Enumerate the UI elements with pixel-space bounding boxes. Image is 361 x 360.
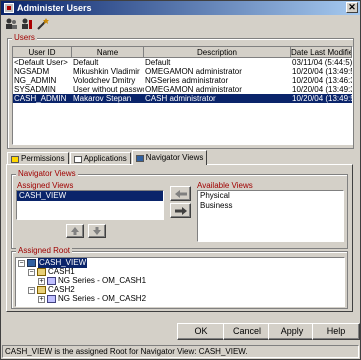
column-header-description[interactable]: Description <box>144 47 291 58</box>
expand-icon[interactable]: + <box>38 295 45 303</box>
arrow-up-icon <box>71 227 79 235</box>
navigator-icon <box>135 154 144 162</box>
table-row-selected[interactable]: CASH_ADMIN Makarov Stepan CASH administr… <box>13 94 352 103</box>
collapse-icon[interactable]: − <box>28 268 35 276</box>
cell-description: NGSeries administrator <box>145 76 229 85</box>
cell-user-id: SYSADMIN <box>14 85 56 94</box>
tab-navigator-views[interactable]: Navigator Views <box>131 150 208 165</box>
available-views-list[interactable]: Physical Business <box>197 190 344 242</box>
arrow-down-icon <box>93 227 101 235</box>
list-item[interactable]: CASH_VIEW <box>17 191 163 201</box>
collapse-icon[interactable]: − <box>28 286 35 294</box>
table-row[interactable]: <Default User> Default Default 03/11/04 … <box>13 58 352 67</box>
managed-system-icon <box>47 295 56 303</box>
status-bar: CASH_VIEW is the assigned Root for Navig… <box>2 345 359 358</box>
app-icon <box>4 3 14 13</box>
arrow-left-icon <box>174 190 187 198</box>
users-icon[interactable] <box>4 17 18 31</box>
cell-description: OMEGAMON administrator <box>145 67 242 76</box>
cell-name: Default <box>73 58 99 67</box>
cell-name: User without password <box>73 85 144 94</box>
table-row[interactable]: NG_ADMIN Volodchev Dmitry NGSeries admin… <box>13 76 352 85</box>
table-header: User ID Name Description Date Last Modif… <box>13 47 352 58</box>
available-views-label: Available Views <box>197 181 253 190</box>
list-item[interactable]: Physical <box>198 191 343 201</box>
cell-date: 10/20/04 (13:49:5) <box>292 67 352 76</box>
folder-icon <box>37 268 46 276</box>
table-row[interactable]: SYSADMIN User without password OMEGAMON … <box>13 85 352 94</box>
assigned-root-group-label: Assigned Root <box>16 246 73 256</box>
administer-users-window: Administer Users ✕ Users User ID Name De… <box>0 0 361 360</box>
arrow-right-icon <box>174 207 187 215</box>
cell-date: 10/20/04 (13:49:5) <box>292 94 352 103</box>
assigned-views-list[interactable]: CASH_VIEW <box>16 190 164 220</box>
table-row[interactable]: NGSADM Mikushkin Vladimir OMEGAMON admin… <box>13 67 352 76</box>
cell-user-id: <Default User> <box>14 58 68 67</box>
assigned-views-label: Assigned Views <box>17 181 74 190</box>
cell-date: 10/20/04 (13:46:3) <box>292 76 352 85</box>
cell-date: 03/11/04 (5:44:5) <box>292 58 352 67</box>
cell-user-id: CASH_ADMIN <box>14 94 67 103</box>
move-up-button[interactable] <box>66 224 84 238</box>
cell-user-id: NGSADM <box>14 67 50 76</box>
settings-icon[interactable] <box>20 17 34 31</box>
navigator-views-panel: Navigator Views Assigned Views CASH_VIEW… <box>6 164 353 312</box>
folder-icon <box>37 286 46 294</box>
column-header-user-id[interactable]: User ID <box>13 47 72 58</box>
wand-icon[interactable] <box>36 17 50 31</box>
move-left-button[interactable] <box>170 186 191 201</box>
cell-user-id: NG_ADMIN <box>14 76 57 85</box>
ok-button[interactable]: OK <box>177 323 225 340</box>
move-right-button[interactable] <box>170 203 191 218</box>
cell-name: Volodchev Dmitry <box>73 76 136 85</box>
tree-node-label: NG Series - OM_CASH2 <box>58 294 147 303</box>
cell-name: Mikushkin Vladimir <box>73 67 140 76</box>
close-button[interactable]: ✕ <box>346 2 358 13</box>
collapse-icon[interactable]: − <box>18 259 25 267</box>
window-title: Administer Users <box>17 3 92 13</box>
cell-date: 10/20/04 (13:49:3) <box>292 85 352 94</box>
cell-description: OMEGAMON administrator <box>145 85 242 94</box>
navigator-views-group-label: Navigator Views <box>16 169 78 179</box>
apply-button[interactable]: Apply <box>268 323 316 340</box>
toolbar <box>1 16 360 32</box>
cancel-button[interactable]: Cancel <box>223 323 271 340</box>
move-down-button[interactable] <box>88 224 106 238</box>
assigned-root-tree[interactable]: − CASH_VIEW − CASH1 + NG Series - OM_CAS… <box>15 257 345 307</box>
expand-icon[interactable]: + <box>38 277 45 285</box>
navigator-view-icon <box>27 259 36 267</box>
column-header-name[interactable]: Name <box>72 47 144 58</box>
tab-label: Navigator Views <box>145 153 204 162</box>
cell-name: Makarov Stepan <box>73 94 132 103</box>
users-table[interactable]: User ID Name Description Date Last Modif… <box>12 46 353 145</box>
cell-description: CASH administrator <box>145 94 216 103</box>
title-bar: Administer Users ✕ <box>1 1 360 15</box>
column-header-date-modified[interactable]: Date Last Modified <box>291 47 352 58</box>
tree-node[interactable]: + NG Series - OM_CASH2 <box>38 294 146 304</box>
key-icon <box>11 155 19 163</box>
cell-description: Default <box>145 58 171 67</box>
app-icon <box>73 155 82 163</box>
managed-system-icon <box>47 277 56 285</box>
users-group-label: Users <box>12 33 37 43</box>
help-button[interactable]: Help <box>312 323 360 340</box>
list-item[interactable]: Business <box>198 201 343 211</box>
